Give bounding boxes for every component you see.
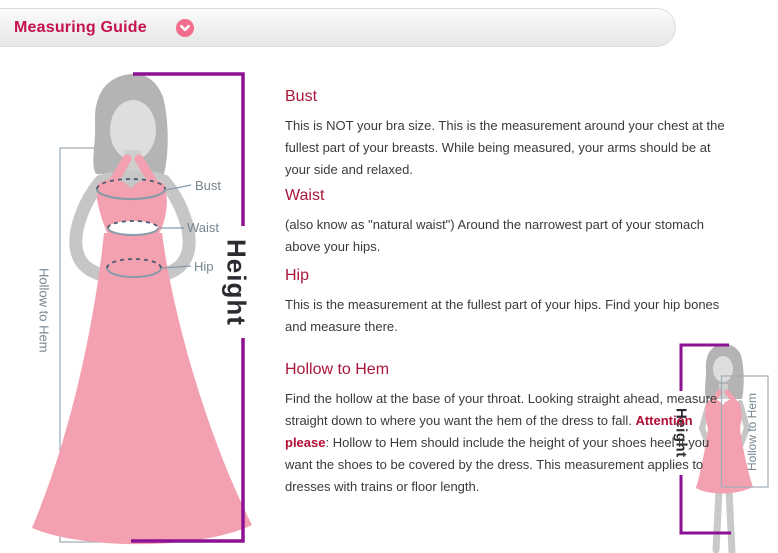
waist-section: Waist (also know as "natural waist") Aro… bbox=[285, 187, 731, 258]
hollow-to-hem-description: Find the hollow at the base of your thro… bbox=[285, 388, 731, 498]
waist-diagram-label: Waist bbox=[187, 221, 219, 235]
small-right-leg bbox=[729, 490, 732, 552]
bust-section: Bust This is NOT your bra size. This is … bbox=[285, 88, 731, 181]
hollow-to-hem-heading: Hollow to Hem bbox=[285, 361, 731, 379]
bust-description: This is NOT your bra size. This is the m… bbox=[285, 115, 731, 181]
hollow-to-hem-diagram-label: Hollow to Hem bbox=[33, 241, 55, 379]
hip-section: Hip This is the measurement at the fulle… bbox=[285, 267, 731, 338]
hollow-to-hem-section: Hollow to Hem Find the hollow at the bas… bbox=[285, 361, 731, 498]
hollow-to-hem-text-after: : Hollow to Hem should include the heigh… bbox=[285, 435, 709, 494]
hip-description: This is the measurement at the fullest p… bbox=[285, 294, 731, 338]
dress-skirt bbox=[32, 233, 252, 544]
height-diagram-label: Height bbox=[220, 226, 252, 338]
measuring-guide-page: Measuring Guide bbox=[0, 0, 778, 553]
bust-heading: Bust bbox=[285, 88, 731, 106]
waist-description: (also know as "natural waist") Around th… bbox=[285, 214, 731, 258]
hip-heading: Hip bbox=[285, 267, 731, 285]
small-hollow-to-hem-diagram-label: Hollow to Hem bbox=[741, 380, 763, 484]
small-left-leg bbox=[716, 490, 719, 550]
main-figure-illustration bbox=[32, 74, 252, 544]
hip-diagram-label: Hip bbox=[194, 260, 214, 274]
bust-diagram-label: Bust bbox=[195, 179, 221, 193]
waist-heading: Waist bbox=[285, 187, 731, 205]
